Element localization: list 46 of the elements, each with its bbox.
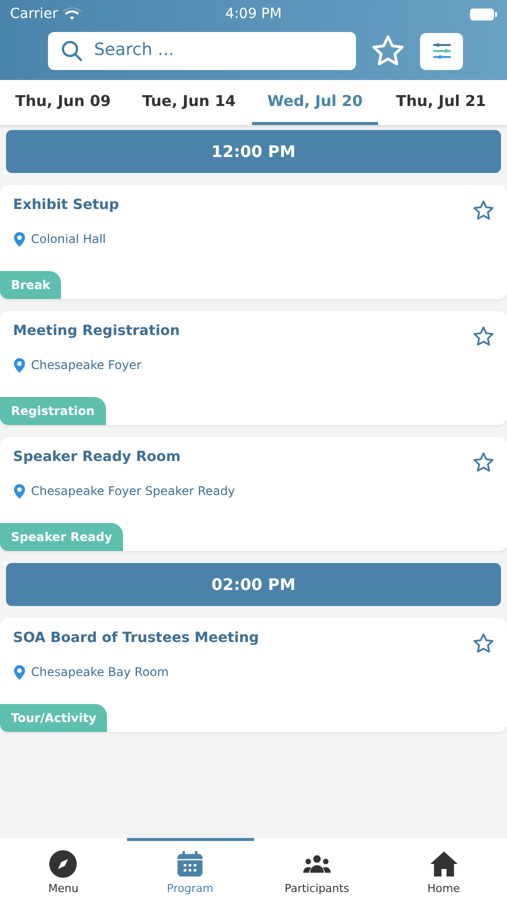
time-header: 12:00 PM xyxy=(6,130,501,173)
compass-icon xyxy=(48,849,78,879)
category-tag: Speaker Ready xyxy=(0,523,124,551)
battery-icon xyxy=(470,8,497,20)
time-header: 02:00 PM xyxy=(6,563,501,606)
category-tag: Registration xyxy=(0,397,106,425)
event-title: Speaker Ready Room xyxy=(13,448,181,467)
category-tag: Tour/Activity xyxy=(0,704,108,732)
event-location: Chesapeake Foyer xyxy=(31,357,142,374)
date-tab[interactable]: Wed, Jul 20 xyxy=(252,80,378,125)
date-tab[interactable]: Tue, Jun 14 xyxy=(126,80,252,125)
location-pin-icon xyxy=(14,232,25,246)
sliders-icon xyxy=(432,42,452,60)
event-title: Exhibit Setup xyxy=(13,196,120,215)
search-icon xyxy=(60,39,84,63)
date-tab[interactable]: Thu, Jul 21 xyxy=(378,80,504,125)
nav-tab[interactable]: Menu xyxy=(0,838,127,900)
search-field[interactable]: Search ... xyxy=(48,32,356,70)
clock-text: 4:09 PM xyxy=(225,4,282,24)
event-card[interactable]: Exhibit Setup Colonial Hall Break xyxy=(0,185,507,299)
event-location: Colonial Hall xyxy=(31,231,106,248)
home-icon xyxy=(428,849,459,879)
nav-tab[interactable]: Participants xyxy=(254,838,380,900)
location-pin-icon xyxy=(14,484,25,498)
carrier-label: Carrier xyxy=(10,4,58,24)
event-card[interactable]: Meeting Registration Chesapeake Foyer Registration xyxy=(0,311,507,425)
calendar-icon xyxy=(175,849,206,879)
star-icon[interactable] xyxy=(472,325,495,348)
event-title: Meeting Registration xyxy=(13,322,180,341)
event-card[interactable]: Speaker Ready Room Chesapeake Foyer Speaker Ready Speaker Ready xyxy=(0,437,507,551)
nav-tab[interactable]: Home xyxy=(380,838,507,900)
category-tag: Break xyxy=(0,271,62,299)
nav-tab[interactable]: Program xyxy=(126,838,254,900)
event-location: Chesapeake Foyer Speaker Ready xyxy=(31,483,235,500)
location-pin-icon xyxy=(14,664,25,680)
location-pin-icon xyxy=(14,358,25,372)
date-tab[interactable]: Thu, Jun 09 xyxy=(0,80,126,125)
star-icon[interactable] xyxy=(472,632,495,655)
event-location: Chesapeake Bay Room xyxy=(31,664,169,681)
wifi-icon xyxy=(62,7,81,21)
filter-button[interactable] xyxy=(420,32,463,70)
search-input[interactable]: Search ... xyxy=(94,38,344,64)
event-card[interactable]: SOA Board of Trustees Meeting Chesapeake Bay Room Tour/Activity xyxy=(0,618,507,732)
star-icon[interactable] xyxy=(472,451,495,474)
star-icon[interactable] xyxy=(472,199,495,222)
event-title: SOA Board of Trustees Meeting xyxy=(13,629,259,648)
